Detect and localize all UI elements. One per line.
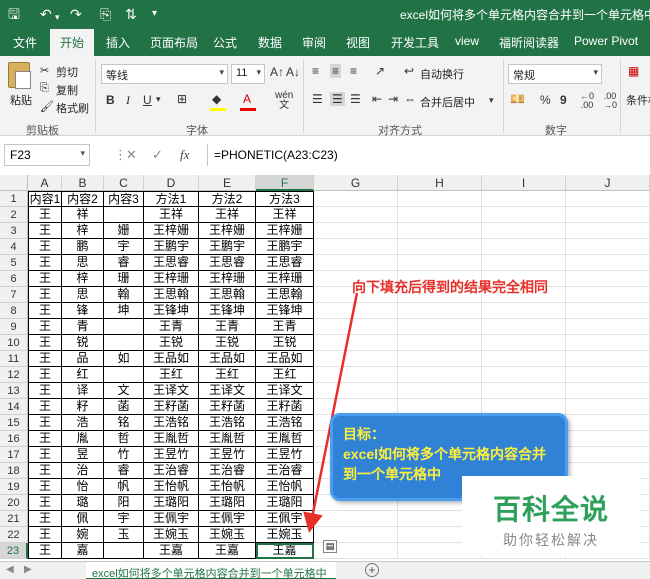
watermark-title: 百科全说 (492, 494, 609, 525)
watermark: 百科全说 助你轻松解决 (462, 476, 640, 556)
goal-title: 目标： (343, 426, 385, 442)
watermark-subtitle: 助你轻松解决 (503, 532, 599, 548)
